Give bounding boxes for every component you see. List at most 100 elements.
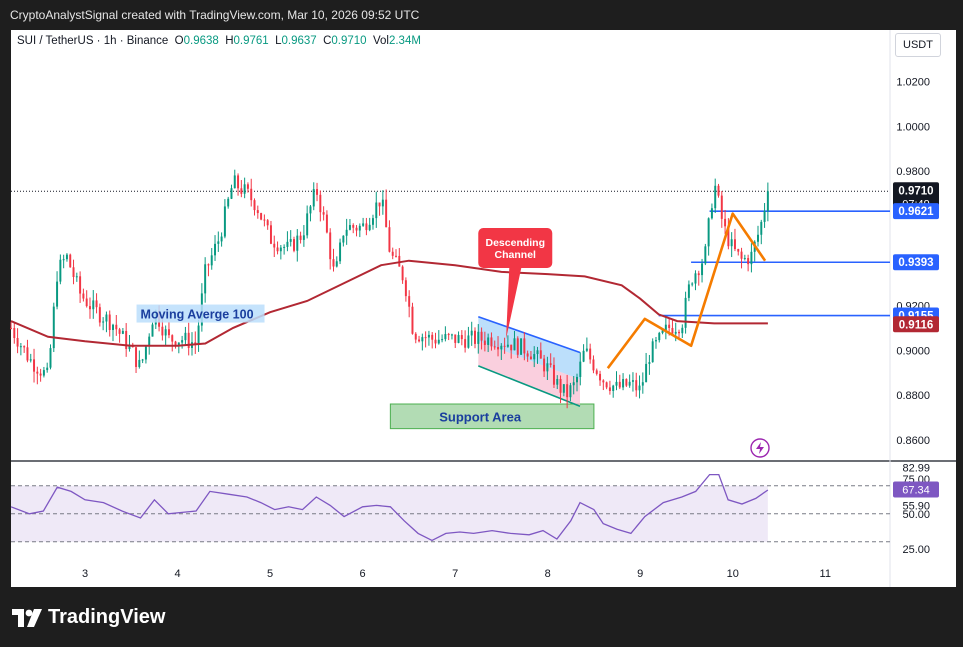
candle-body — [552, 364, 555, 385]
candle-body — [414, 333, 417, 340]
candle-body — [710, 208, 713, 219]
price-tick-label: 1.0000 — [896, 121, 930, 133]
candle-body — [447, 334, 450, 336]
candle-body — [52, 306, 55, 349]
candle-body — [266, 220, 269, 226]
candle-body — [760, 221, 763, 235]
candle-body — [510, 344, 513, 351]
candle-body — [674, 331, 677, 334]
candle-body — [622, 379, 625, 388]
candle-body — [520, 338, 523, 355]
candle-body — [49, 348, 52, 368]
candle-body — [424, 337, 427, 339]
candle-body — [319, 194, 322, 213]
candle-body — [615, 381, 618, 386]
candle-body — [269, 225, 272, 244]
candle-body — [345, 229, 348, 236]
candle-body — [204, 264, 207, 294]
candle-body — [516, 338, 519, 355]
candle-body — [167, 329, 170, 336]
candle-body — [42, 370, 45, 376]
candle-body — [684, 297, 687, 328]
candle-body — [184, 332, 187, 341]
tradingview-logo[interactable]: TradingView — [12, 606, 165, 629]
rsi-last-value: 67.34 — [902, 485, 930, 497]
candle-body — [339, 242, 342, 262]
price-tick-label: 0.8800 — [896, 390, 930, 402]
candle-body — [513, 338, 516, 351]
candle-body — [411, 306, 414, 334]
time-tick-label: 3 — [82, 568, 88, 580]
candle-body — [302, 235, 305, 240]
candle-body — [135, 347, 138, 367]
candle-body — [253, 200, 256, 211]
candle-body — [707, 218, 710, 247]
candle-body — [82, 293, 85, 299]
candle-body — [13, 328, 16, 339]
candle-body — [539, 350, 542, 359]
candle-body — [556, 378, 559, 385]
candle-body — [233, 175, 236, 189]
candle-body — [408, 296, 411, 307]
low-value: 0.9637 — [281, 35, 317, 47]
candle-body — [628, 381, 631, 386]
candle-body — [46, 367, 49, 371]
candle-body — [569, 385, 572, 398]
candle-body — [579, 361, 582, 377]
candle-body — [681, 327, 684, 334]
candle-body — [381, 199, 384, 207]
candle-body — [59, 259, 62, 282]
moving-average-line — [10, 259, 768, 347]
candle-body — [546, 363, 549, 372]
candle-body — [638, 385, 641, 391]
candle-body — [740, 251, 743, 259]
candle-body — [506, 344, 509, 347]
candle-body — [256, 210, 259, 214]
candle-body — [536, 350, 539, 355]
candle-body — [404, 280, 407, 297]
candle-body — [701, 263, 704, 276]
candle-body — [29, 359, 32, 361]
candle-body — [766, 191, 769, 211]
candle-body — [595, 370, 598, 374]
candle-body — [589, 348, 592, 360]
candle-body — [223, 206, 226, 237]
candle-body — [648, 362, 651, 364]
candle-body — [395, 255, 398, 257]
currency-button[interactable]: USDT — [895, 33, 941, 57]
candle-body — [477, 331, 480, 344]
candle-body — [102, 321, 105, 323]
candle-body — [19, 346, 22, 348]
candle-body — [635, 380, 638, 391]
candle-body — [365, 223, 368, 231]
candle-body — [375, 202, 378, 219]
candle-body — [312, 189, 315, 207]
orange-projection-path — [606, 212, 767, 369]
rsi-tick-label: 50.00 — [902, 509, 930, 521]
chart-canvas[interactable]: 1.02001.00000.98000.92000.90000.88000.86… — [0, 0, 963, 647]
price-label-text: 0.9710 — [898, 185, 933, 197]
candle-body — [230, 188, 233, 199]
candle-body — [10, 327, 12, 329]
candle-body — [717, 185, 720, 196]
candle-body — [562, 384, 565, 393]
candle-body — [56, 281, 59, 307]
candle-body — [618, 381, 621, 388]
candle-body — [641, 382, 644, 386]
price-tick-label: 1.0200 — [896, 77, 930, 89]
candle-body — [497, 347, 500, 350]
rsi-tick-label: 25.00 — [902, 544, 930, 556]
candle-body — [306, 213, 309, 236]
candle-body — [724, 218, 727, 227]
candle-body — [467, 335, 470, 348]
candle-body — [276, 247, 279, 252]
candle-body — [572, 382, 575, 386]
candle-body — [678, 331, 681, 334]
candle-body — [108, 314, 111, 330]
candle-body — [342, 235, 345, 243]
candle-body — [362, 223, 365, 226]
time-tick-label: 10 — [727, 568, 739, 580]
candle-body — [283, 246, 286, 248]
candle-body — [151, 324, 154, 337]
candle-body — [105, 314, 108, 322]
